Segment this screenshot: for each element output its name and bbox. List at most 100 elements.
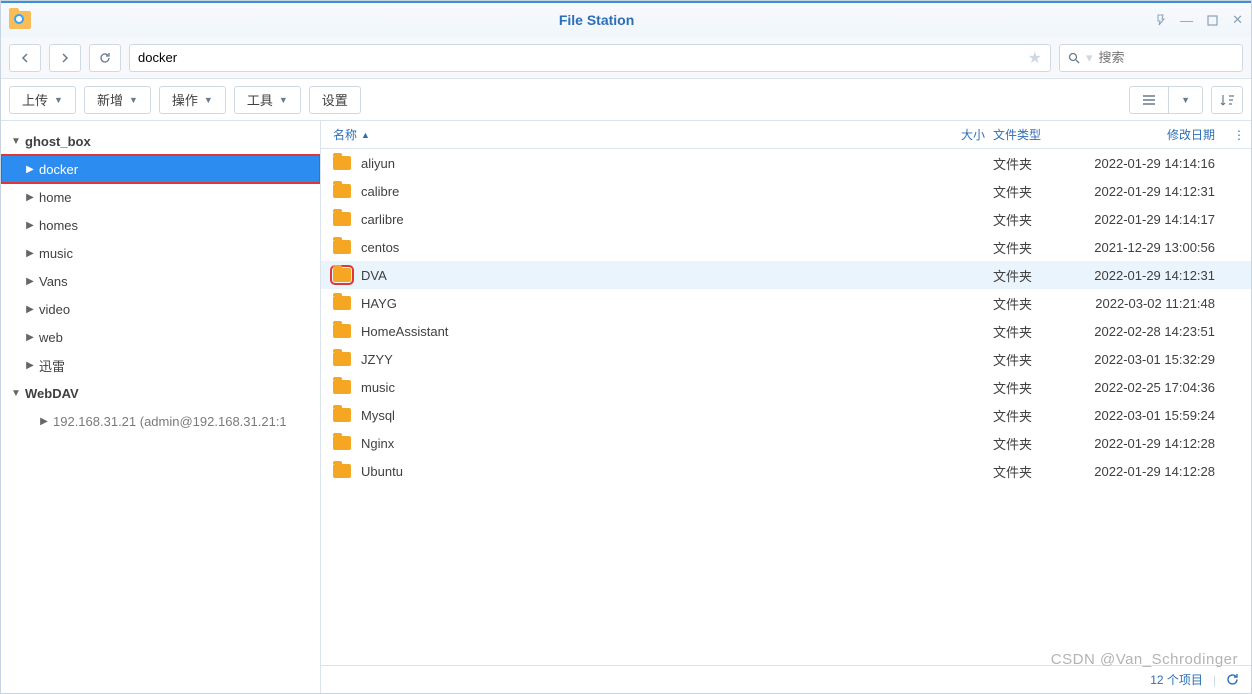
file-list: 名称▲ 大小 文件类型 修改日期 ⋮ aliyun 文件夹 2022-01-29… — [321, 121, 1251, 693]
pin-icon[interactable] — [1154, 14, 1166, 26]
file-name: calibre — [361, 184, 937, 199]
folder-icon — [333, 380, 351, 394]
tree-item[interactable]: ▶迅雷 — [1, 351, 320, 379]
file-type: 文件夹 — [993, 294, 1063, 313]
folder-icon — [333, 436, 351, 450]
new-button[interactable]: 新增▼ — [84, 86, 151, 114]
file-type: 文件夹 — [993, 462, 1063, 481]
table-row[interactable]: aliyun 文件夹 2022-01-29 14:14:16 — [321, 149, 1251, 177]
maximize-button[interactable] — [1207, 15, 1218, 26]
tree-root[interactable]: ▼ghost_box — [1, 127, 320, 155]
forward-button[interactable] — [49, 44, 81, 72]
column-more-icon[interactable]: ⋮ — [1233, 128, 1251, 142]
file-name: DVA — [361, 268, 937, 283]
column-date[interactable]: 修改日期 — [1063, 126, 1233, 143]
folder-icon — [333, 156, 351, 170]
table-row[interactable]: centos 文件夹 2021-12-29 13:00:56 — [321, 233, 1251, 261]
column-type[interactable]: 文件类型 — [993, 126, 1063, 143]
file-type: 文件夹 — [993, 350, 1063, 369]
table-row[interactable]: music 文件夹 2022-02-25 17:04:36 — [321, 373, 1251, 401]
file-date: 2022-01-29 14:14:17 — [1063, 212, 1233, 227]
table-row[interactable]: DVA 文件夹 2022-01-29 14:12:31 — [321, 261, 1251, 289]
folder-icon — [333, 352, 351, 366]
file-type: 文件夹 — [993, 266, 1063, 285]
tree-item[interactable]: ▶home — [1, 183, 320, 211]
tree-root[interactable]: ▼WebDAV — [1, 379, 320, 407]
search-box: ▾ — [1059, 44, 1243, 72]
folder-icon — [333, 184, 351, 198]
file-date: 2022-01-29 14:14:16 — [1063, 156, 1233, 171]
file-name: HAYG — [361, 296, 937, 311]
path-input[interactable] — [138, 50, 1028, 65]
file-type: 文件夹 — [993, 238, 1063, 257]
table-row[interactable]: Ubuntu 文件夹 2022-01-29 14:12:28 — [321, 457, 1251, 485]
item-count: 12 个项目 — [1150, 671, 1203, 688]
folder-icon — [333, 212, 351, 226]
settings-button[interactable]: 设置 — [309, 86, 361, 114]
file-date: 2022-03-01 15:59:24 — [1063, 408, 1233, 423]
table-row[interactable]: Mysql 文件夹 2022-03-01 15:59:24 — [321, 401, 1251, 429]
search-input[interactable] — [1099, 50, 1252, 65]
file-date: 2022-03-02 11:21:48 — [1063, 296, 1233, 311]
tree-item[interactable]: ▶web — [1, 323, 320, 351]
file-type: 文件夹 — [993, 434, 1063, 453]
tree-item[interactable]: ▶video — [1, 295, 320, 323]
table-row[interactable]: calibre 文件夹 2022-01-29 14:12:31 — [321, 177, 1251, 205]
tools-button[interactable]: 工具▼ — [234, 86, 301, 114]
column-size[interactable]: 大小 — [937, 126, 993, 143]
file-name: music — [361, 380, 937, 395]
tree-item[interactable]: ▶docker — [1, 155, 320, 183]
file-name: carlibre — [361, 212, 937, 227]
statusbar: 12 个项目 | — [321, 665, 1251, 693]
reload-button[interactable] — [89, 44, 121, 72]
column-name[interactable]: 名称▲ — [321, 126, 937, 143]
folder-icon — [333, 464, 351, 478]
file-date: 2022-01-29 14:12:28 — [1063, 464, 1233, 479]
file-date: 2021-12-29 13:00:56 — [1063, 240, 1233, 255]
file-name: aliyun — [361, 156, 937, 171]
app-icon — [9, 11, 31, 29]
action-button[interactable]: 操作▼ — [159, 86, 226, 114]
file-type: 文件夹 — [993, 210, 1063, 229]
tree-item[interactable]: ▶192.168.31.21 (admin@192.168.31.21:1 — [1, 407, 320, 435]
file-name: JZYY — [361, 352, 937, 367]
window-title: File Station — [39, 12, 1154, 28]
file-name: HomeAssistant — [361, 324, 937, 339]
view-list-button[interactable] — [1129, 86, 1168, 114]
view-dropdown-button[interactable]: ▼ — [1168, 86, 1203, 114]
minimize-button[interactable]: — — [1180, 13, 1193, 28]
file-date: 2022-01-29 14:12:28 — [1063, 436, 1233, 451]
table-row[interactable]: carlibre 文件夹 2022-01-29 14:14:17 — [321, 205, 1251, 233]
upload-button[interactable]: 上传▼ — [9, 86, 76, 114]
file-date: 2022-02-25 17:04:36 — [1063, 380, 1233, 395]
folder-icon — [333, 408, 351, 422]
table-row[interactable]: HAYG 文件夹 2022-03-02 11:21:48 — [321, 289, 1251, 317]
sort-button[interactable] — [1211, 86, 1243, 114]
folder-icon — [333, 296, 351, 310]
file-type: 文件夹 — [993, 322, 1063, 341]
tree-item[interactable]: ▶Vans — [1, 267, 320, 295]
back-button[interactable] — [9, 44, 41, 72]
folder-tree: ▼ghost_box▶docker▶home▶homes▶music▶Vans▶… — [1, 121, 321, 693]
file-name: Mysql — [361, 408, 937, 423]
favorite-icon[interactable]: ★ — [1028, 48, 1042, 68]
folder-icon — [333, 240, 351, 254]
close-button[interactable]: ✕ — [1232, 12, 1243, 28]
file-date: 2022-01-29 14:12:31 — [1063, 184, 1233, 199]
statusbar-reload-icon[interactable] — [1226, 673, 1239, 686]
navbar: ★ ▾ — [1, 37, 1251, 79]
tree-item[interactable]: ▶homes — [1, 211, 320, 239]
table-row[interactable]: Nginx 文件夹 2022-01-29 14:12:28 — [321, 429, 1251, 457]
file-type: 文件夹 — [993, 406, 1063, 425]
toolbar: 上传▼ 新增▼ 操作▼ 工具▼ 设置 ▼ — [1, 79, 1251, 121]
file-type: 文件夹 — [993, 378, 1063, 397]
column-headers: 名称▲ 大小 文件类型 修改日期 ⋮ — [321, 121, 1251, 149]
file-name: Ubuntu — [361, 464, 937, 479]
tree-item[interactable]: ▶music — [1, 239, 320, 267]
folder-icon — [333, 268, 351, 282]
table-row[interactable]: HomeAssistant 文件夹 2022-02-28 14:23:51 — [321, 317, 1251, 345]
file-name: Nginx — [361, 436, 937, 451]
file-date: 2022-02-28 14:23:51 — [1063, 324, 1233, 339]
titlebar: File Station — ✕ — [1, 1, 1251, 37]
table-row[interactable]: JZYY 文件夹 2022-03-01 15:32:29 — [321, 345, 1251, 373]
